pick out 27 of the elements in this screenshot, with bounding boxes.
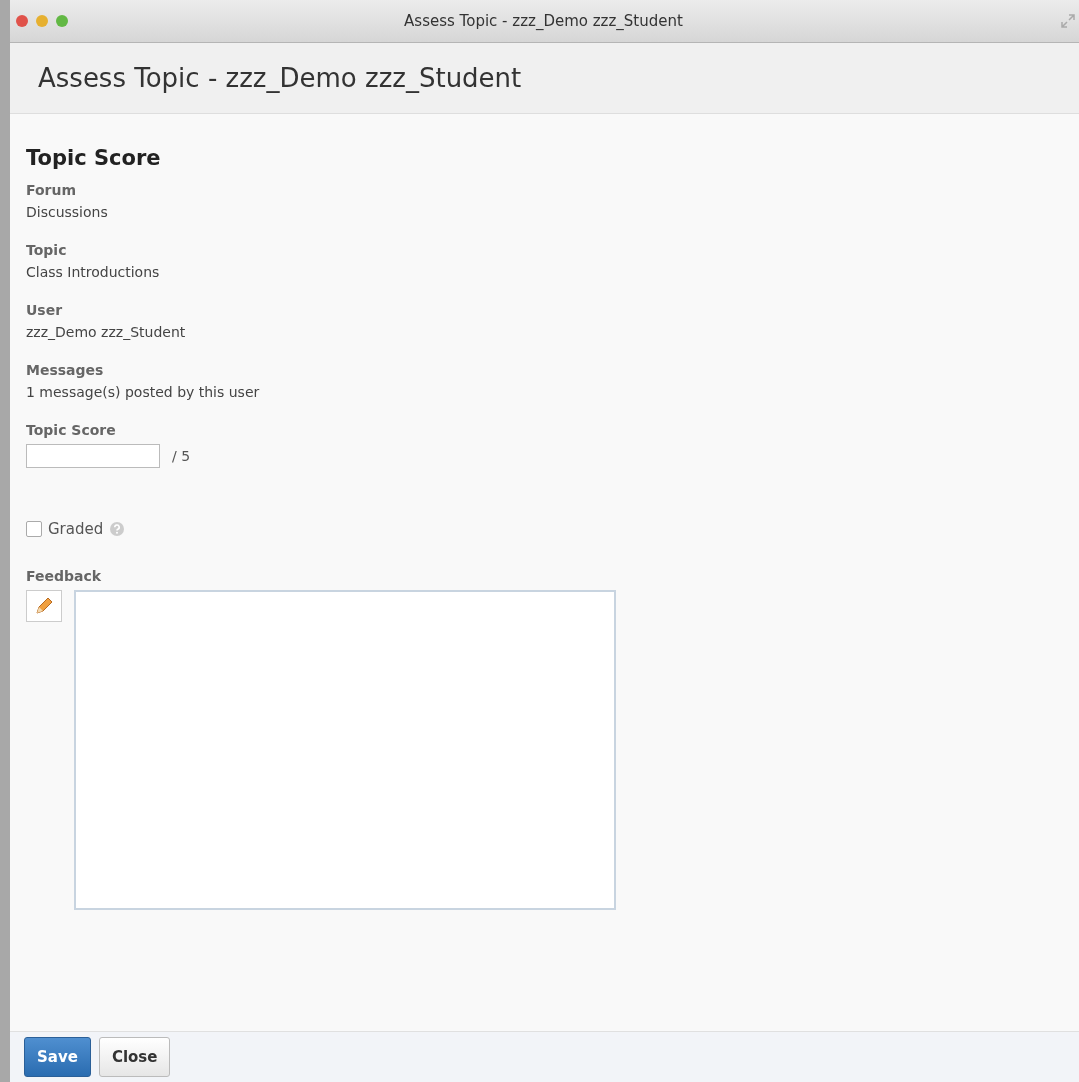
field-value: zzz_Demo zzz_Student [26,324,187,340]
checkbox-label: Graded [48,520,104,538]
field-label: User [26,302,64,318]
close-button[interactable]: Close [98,1037,171,1077]
field-value: Discussions [26,204,109,220]
field-label: Topic Score [26,422,117,438]
feedback-field[interactable] [74,590,616,910]
field-label: Forum [26,182,78,198]
zoom-window-icon[interactable] [56,15,68,27]
minimize-window-icon[interactable] [36,15,48,27]
field-value: Class Introductions [26,264,161,280]
field-label: Topic [26,242,68,258]
section-title: Topic Score [26,146,162,170]
save-button[interactable]: Save [24,1037,91,1077]
field-label: Feedback [26,568,103,584]
field-value: 1 message(s) posted by this user [26,384,261,400]
field-label: Messages [26,362,105,378]
help-icon[interactable] [109,521,126,537]
close-window-icon[interactable] [16,15,28,27]
graded-checkbox[interactable] [26,521,42,537]
pencil-icon [33,595,55,617]
window-title: Assess Topic - zzz_Demo zzz_Student [403,12,684,30]
score-field[interactable] [26,444,160,468]
dialog-heading: Assess Topic - zzz_Demo zzz_Student [38,63,522,93]
edit-button[interactable] [26,590,62,622]
score-maximum: / 5 [172,448,191,464]
expand-icon[interactable] [1061,14,1075,28]
